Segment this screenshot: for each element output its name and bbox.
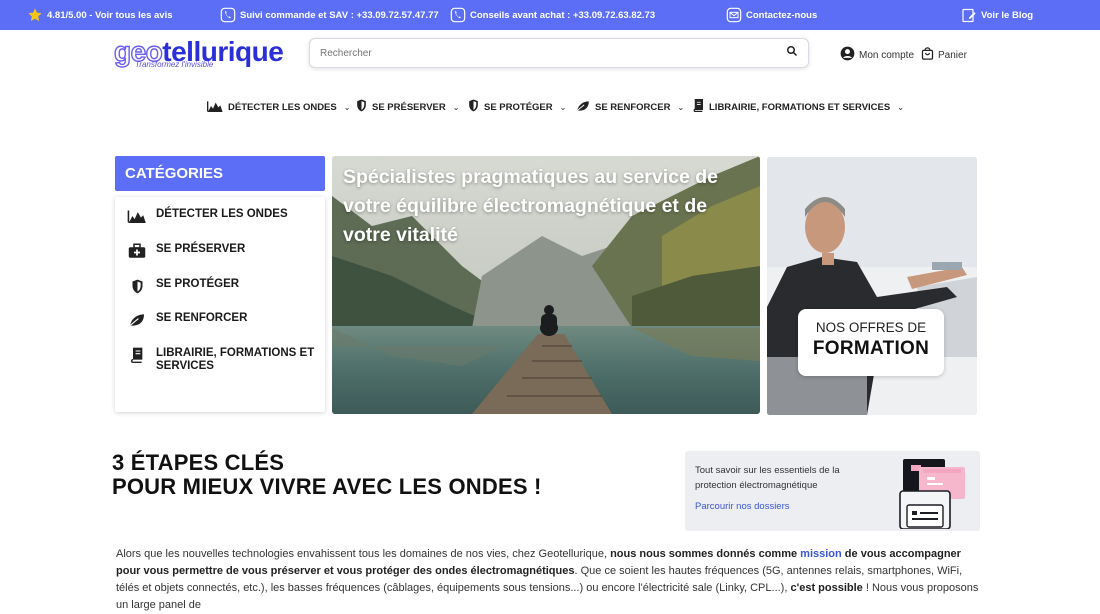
steps-heading-line1: 3 ÉTAPES CLÉS — [112, 450, 285, 475]
search-bar — [309, 38, 809, 68]
category-item-librairie[interactable]: LIBRAIRIE, FORMATIONS ET SERVICES — [127, 347, 314, 373]
training-badge-line2: FORMATION — [812, 338, 930, 359]
chevron-down-icon: ⌄ — [677, 102, 685, 112]
nav-item-preserver[interactable]: SE PRÉSERVER ⌄ — [356, 98, 459, 116]
leaf-icon — [576, 100, 590, 115]
dossier-link[interactable]: Parcourir nos dossiers — [695, 501, 790, 512]
chevron-down-icon: ⌄ — [897, 102, 904, 112]
chevron-down-icon: ⌄ — [452, 102, 460, 112]
phone-icon — [220, 7, 236, 23]
nav-label: SE PROTÉGER — [484, 101, 553, 113]
search-icon[interactable] — [786, 44, 798, 62]
nav-label: SE RENFORCER — [595, 101, 671, 113]
shield-icon — [127, 278, 147, 294]
categories-list: DÉTECTER LES ONDES SE PRÉSERVER SE PROTÉ… — [115, 197, 325, 412]
blog-link[interactable]: Voir le Blog — [961, 0, 1033, 30]
mail-icon — [726, 7, 742, 23]
category-item-preserver[interactable]: SE PRÉSERVER — [127, 243, 245, 259]
blog-icon — [961, 7, 977, 23]
category-item-detecter[interactable]: DÉTECTER LES ONDES — [127, 208, 288, 224]
phone-icon — [450, 7, 466, 23]
category-label: SE PRÉSERVER — [156, 243, 246, 255]
waves-chart-icon — [207, 100, 223, 115]
documents-icon — [899, 459, 965, 529]
nav-label: SE PRÉSERVER — [372, 101, 446, 113]
star-icon — [27, 7, 43, 23]
top-bar: 4.81/5.00 - Voir tous les avis Suivi com… — [0, 0, 1100, 30]
nav-label: DÉTECTER LES ONDES — [228, 101, 337, 113]
logo[interactable]: geotellurique Transformez l'invisible — [113, 37, 294, 72]
training-badge: NOS OFFRES DE FORMATION — [798, 309, 944, 376]
nav-item-renforcer[interactable]: SE RENFORCER ⌄ — [576, 98, 684, 116]
nav-item-librairie[interactable]: LIBRAIRIE, FORMATIONS ET SERVICES ⌄ — [692, 98, 904, 116]
category-item-proteger[interactable]: SE PROTÉGER — [127, 278, 239, 294]
cart-icon — [920, 46, 935, 64]
steps-heading-line2: POUR MIEUX VIVRE AVEC LES ONDES ! — [112, 474, 542, 499]
categories-title: CATÉGORIES — [125, 165, 224, 182]
leaf-icon — [127, 312, 147, 328]
dossier-card: Tout savoir sur les essentiels de la pro… — [685, 451, 980, 531]
shield-icon — [468, 99, 479, 115]
cart-label: Panier — [938, 49, 967, 61]
intro-text-6: c'est possible — [790, 582, 863, 594]
category-label: SE PROTÉGER — [156, 278, 240, 290]
book-icon — [692, 98, 704, 115]
dossier-text: Tout savoir sur les essentiels de la pro… — [695, 465, 840, 491]
order-support-text: Suivi commande et SAV : +33.09.72.57.47.… — [240, 9, 439, 21]
intro-text-1: Alors que les nouvelles technologies env… — [116, 548, 611, 560]
advice-text: Conseils avant achat : +33.09.72.63.82.7… — [470, 9, 656, 21]
nav-item-detecter[interactable]: DÉTECTER LES ONDES ⌄ — [207, 98, 350, 116]
main-nav: DÉTECTER LES ONDES ⌄ SE PRÉSERVER ⌄ SE P… — [0, 98, 1100, 116]
category-item-renforcer[interactable]: SE RENFORCER — [127, 312, 247, 328]
account-link[interactable]: Mon compte — [840, 46, 914, 64]
medical-kit-icon — [127, 243, 147, 259]
blog-text: Voir le Blog — [981, 9, 1034, 21]
training-promo[interactable]: NOS OFFRES DE FORMATION — [767, 157, 977, 415]
shield-icon — [356, 99, 367, 115]
cart-link[interactable]: Panier — [920, 46, 967, 64]
nav-label: LIBRAIRIE, FORMATIONS ET SERVICES — [709, 101, 891, 113]
intro-paragraph: Alors que les nouvelles technologies env… — [116, 546, 986, 614]
account-label: Mon compte — [859, 49, 915, 61]
nav-item-proteger[interactable]: SE PROTÉGER ⌄ — [468, 98, 566, 116]
intro-text-2: nous nous sommes donnés comme — [610, 548, 801, 560]
order-support-link[interactable]: Suivi commande et SAV : +33.09.72.57.47.… — [220, 0, 439, 30]
category-label: LIBRAIRIE, FORMATIONS ET — [156, 347, 315, 359]
category-label-line2: SERVICES — [156, 360, 214, 372]
categories-header: CATÉGORIES — [115, 156, 325, 191]
hero-title: Spécialistes pragmatiques au service de … — [343, 166, 719, 246]
steps-heading: 3 ÉTAPES CLÉS POUR MIEUX VIVRE AVEC LES … — [112, 451, 542, 499]
user-icon — [840, 46, 855, 64]
contact-text: Contactez-nous — [746, 9, 818, 21]
rating-link[interactable]: 4.81/5.00 - Voir tous les avis — [27, 0, 173, 30]
book-icon — [127, 347, 147, 363]
trainer-photo — [767, 157, 977, 415]
hero-banner[interactable]: Spécialistes pragmatiques au service de … — [332, 156, 760, 414]
chevron-down-icon: ⌄ — [343, 102, 351, 112]
mission-link[interactable]: mission — [800, 548, 842, 560]
rating-text: 4.81/5.00 - Voir tous les avis — [47, 9, 173, 21]
advice-link[interactable]: Conseils avant achat : +33.09.72.63.82.7… — [450, 0, 655, 30]
chevron-down-icon: ⌄ — [559, 102, 567, 112]
logo-tagline: Transformez l'invisible — [135, 60, 214, 69]
contact-link[interactable]: Contactez-nous — [726, 0, 817, 30]
search-input[interactable] — [320, 47, 786, 59]
category-label: DÉTECTER LES ONDES — [156, 208, 288, 220]
training-badge-line1: NOS OFFRES DE — [815, 320, 927, 335]
category-label: SE RENFORCER — [156, 312, 248, 324]
waves-chart-icon — [127, 208, 147, 224]
